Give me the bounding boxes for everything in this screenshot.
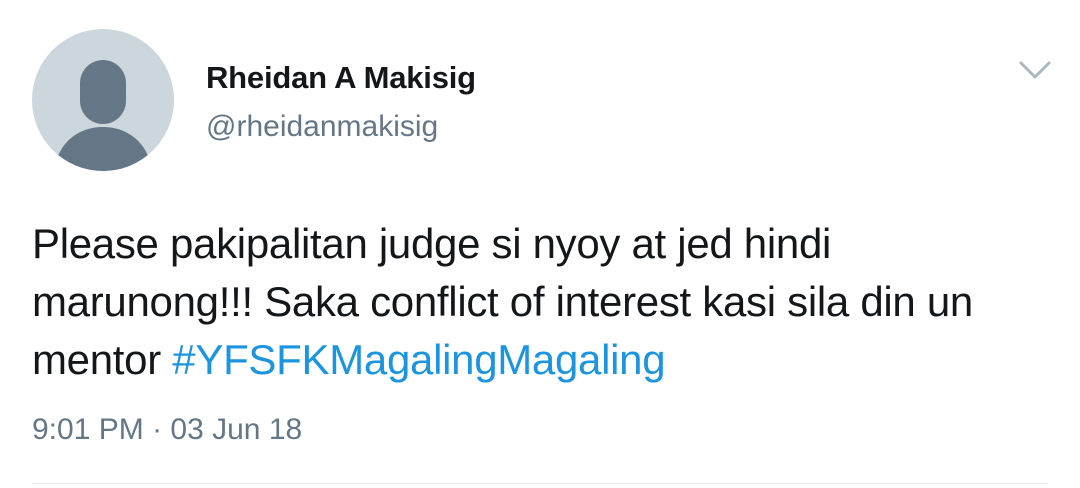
tweet-card: Rheidan A Makisig @rheidanmakisig Please…	[0, 0, 1080, 488]
tweet-date: 03 Jun 18	[170, 413, 303, 446]
author-handle[interactable]: @rheidanmakisig	[206, 110, 438, 144]
hashtag-link[interactable]: #YFSFKMagalingMagaling	[172, 336, 665, 383]
tweet-timestamp[interactable]: 9:01 PM · 03 Jun 18	[32, 413, 302, 447]
chevron-down-icon	[1019, 61, 1051, 79]
divider	[32, 483, 1048, 484]
default-profile-icon	[54, 60, 152, 171]
avatar[interactable]	[32, 29, 174, 171]
tweet-text: Please pakipalitan judge si nyoy at jed …	[32, 215, 1042, 389]
timestamp-separator: ·	[143, 413, 171, 446]
tweet-menu-button[interactable]	[1015, 55, 1055, 85]
author-name[interactable]: Rheidan A Makisig	[206, 60, 476, 96]
tweet-time: 9:01 PM	[32, 413, 144, 446]
